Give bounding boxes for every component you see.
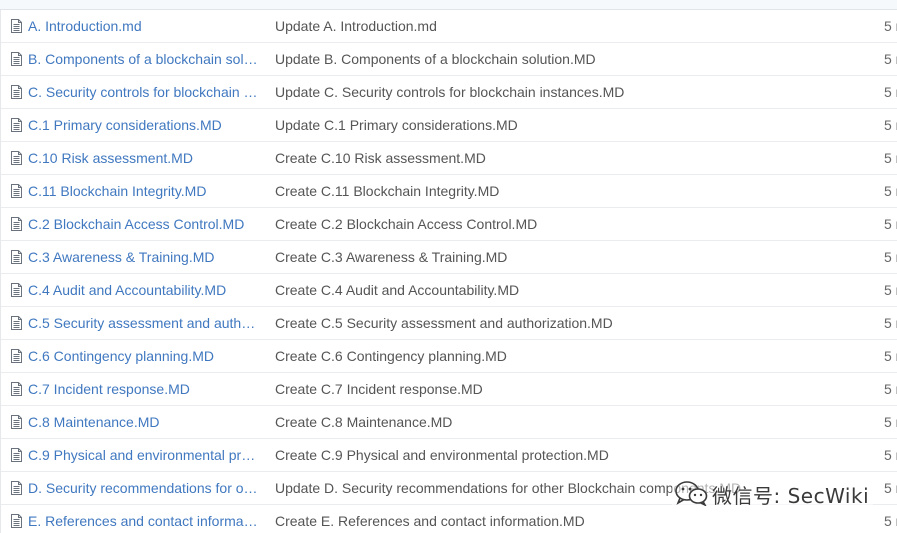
- table-row: C.1 Primary considerations.MD Update C.1…: [1, 109, 897, 142]
- commit-age: 5 m: [884, 183, 897, 199]
- commit-message-link[interactable]: Create C.6 Contingency planning.MD: [275, 347, 871, 365]
- file-text-icon: [11, 217, 22, 231]
- commit-message-link[interactable]: Update B. Components of a blockchain sol…: [275, 50, 871, 68]
- file-name-link[interactable]: E. References and contact information.MD: [28, 512, 260, 530]
- commit-age: 5 m: [884, 282, 897, 298]
- file-text-icon: [11, 349, 22, 363]
- commit-message-link[interactable]: Update C. Security controls for blockcha…: [275, 83, 871, 101]
- wechat-icon: [674, 480, 708, 509]
- table-row: C.9 Physical and environmental protectio…: [1, 439, 897, 472]
- file-name-link[interactable]: C.9 Physical and environmental protectio…: [28, 446, 260, 464]
- commit-message-link[interactable]: Update A. Introduction.md: [275, 17, 871, 35]
- table-row: C. Security controls for blockchain inst…: [1, 76, 897, 109]
- file-text-icon: [11, 316, 22, 330]
- file-name-link[interactable]: C. Security controls for blockchain inst…: [28, 83, 260, 101]
- commit-message-link[interactable]: Update C.1 Primary considerations.MD: [275, 116, 871, 134]
- file-name-link[interactable]: C.4 Audit and Accountability.MD: [28, 281, 260, 299]
- table-row: C.8 Maintenance.MD Create C.8 Maintenanc…: [1, 406, 897, 439]
- commit-age: 5 m: [884, 18, 897, 34]
- watermark-text: 微信号: SecWiki: [712, 483, 870, 508]
- file-text-icon: [11, 283, 22, 297]
- table-row: C.7 Incident response.MD Create C.7 Inci…: [1, 373, 897, 406]
- table-row: C.6 Contingency planning.MD Create C.6 C…: [1, 340, 897, 373]
- commit-age: 5 m: [884, 381, 897, 397]
- file-name-link[interactable]: C.7 Incident response.MD: [28, 380, 260, 398]
- commit-age: 5 m: [884, 480, 897, 496]
- file-name-link[interactable]: C.6 Contingency planning.MD: [28, 347, 260, 365]
- file-name-link[interactable]: C.8 Maintenance.MD: [28, 413, 260, 431]
- file-list: A. Introduction.md Update A. Introductio…: [0, 10, 897, 533]
- commit-age: 5 m: [884, 447, 897, 463]
- commit-age: 5 m: [884, 117, 897, 133]
- table-row: C.2 Blockchain Access Control.MD Create …: [1, 208, 897, 241]
- file-text-icon: [11, 118, 22, 132]
- file-text-icon: [11, 250, 22, 264]
- file-name-link[interactable]: A. Introduction.md: [28, 17, 260, 35]
- file-text-icon: [11, 448, 22, 462]
- file-name-link[interactable]: C.5 Security assessment and authorizatio…: [28, 314, 260, 332]
- table-row: C.5 Security assessment and authorizatio…: [1, 307, 897, 340]
- commit-age: 5 m: [884, 414, 897, 430]
- commit-message-link[interactable]: Create C.4 Audit and Accountability.MD: [275, 281, 871, 299]
- commit-message-link[interactable]: Create C.7 Incident response.MD: [275, 380, 871, 398]
- file-text-icon: [11, 85, 22, 99]
- file-text-icon: [11, 151, 22, 165]
- commit-age: 5 m: [884, 513, 897, 529]
- commit-age: 5 m: [884, 51, 897, 67]
- commit-age: 5 m: [884, 348, 897, 364]
- commit-age: 5 m: [884, 150, 897, 166]
- file-name-link[interactable]: C.2 Blockchain Access Control.MD: [28, 215, 260, 233]
- file-text-icon: [11, 184, 22, 198]
- commit-message-link[interactable]: Create C.5 Security assessment and autho…: [275, 314, 871, 332]
- table-header-band: [0, 0, 897, 10]
- commit-message-link[interactable]: Create C.2 Blockchain Access Control.MD: [275, 215, 871, 233]
- file-text-icon: [11, 52, 22, 66]
- table-row: C.4 Audit and Accountability.MD Create C…: [1, 274, 897, 307]
- commit-message-link[interactable]: Create C.10 Risk assessment.MD: [275, 149, 871, 167]
- commit-message-link[interactable]: Create E. References and contact informa…: [275, 512, 871, 530]
- file-name-link[interactable]: C.1 Primary considerations.MD: [28, 116, 260, 134]
- file-text-icon: [11, 481, 22, 495]
- file-text-icon: [11, 415, 22, 429]
- commit-age: 5 m: [884, 315, 897, 331]
- commit-message-link[interactable]: Create C.11 Blockchain Integrity.MD: [275, 182, 871, 200]
- wechat-watermark: 微信号: SecWiki: [672, 477, 874, 511]
- file-text-icon: [11, 382, 22, 396]
- commit-age: 5 m: [884, 216, 897, 232]
- table-row: C.11 Blockchain Integrity.MD Create C.11…: [1, 175, 897, 208]
- commit-age: 5 m: [884, 249, 897, 265]
- file-name-link[interactable]: D. Security recommendations for other Bl…: [28, 479, 260, 497]
- table-row: B. Components of a blockchain solution.M…: [1, 43, 897, 76]
- commit-message-link[interactable]: Create C.8 Maintenance.MD: [275, 413, 871, 431]
- file-name-link[interactable]: B. Components of a blockchain solution.M…: [28, 50, 260, 68]
- file-name-link[interactable]: C.10 Risk assessment.MD: [28, 149, 260, 167]
- commit-message-link[interactable]: Create C.3 Awareness & Training.MD: [275, 248, 871, 266]
- file-name-link[interactable]: C.3 Awareness & Training.MD: [28, 248, 260, 266]
- file-name-link[interactable]: C.11 Blockchain Integrity.MD: [28, 182, 260, 200]
- commit-age: 5 m: [884, 84, 897, 100]
- table-row: A. Introduction.md Update A. Introductio…: [1, 10, 897, 43]
- file-text-icon: [11, 514, 22, 528]
- table-row: C.10 Risk assessment.MD Create C.10 Risk…: [1, 142, 897, 175]
- table-row: C.3 Awareness & Training.MD Create C.3 A…: [1, 241, 897, 274]
- file-text-icon: [11, 19, 22, 33]
- commit-message-link[interactable]: Create C.9 Physical and environmental pr…: [275, 446, 871, 464]
